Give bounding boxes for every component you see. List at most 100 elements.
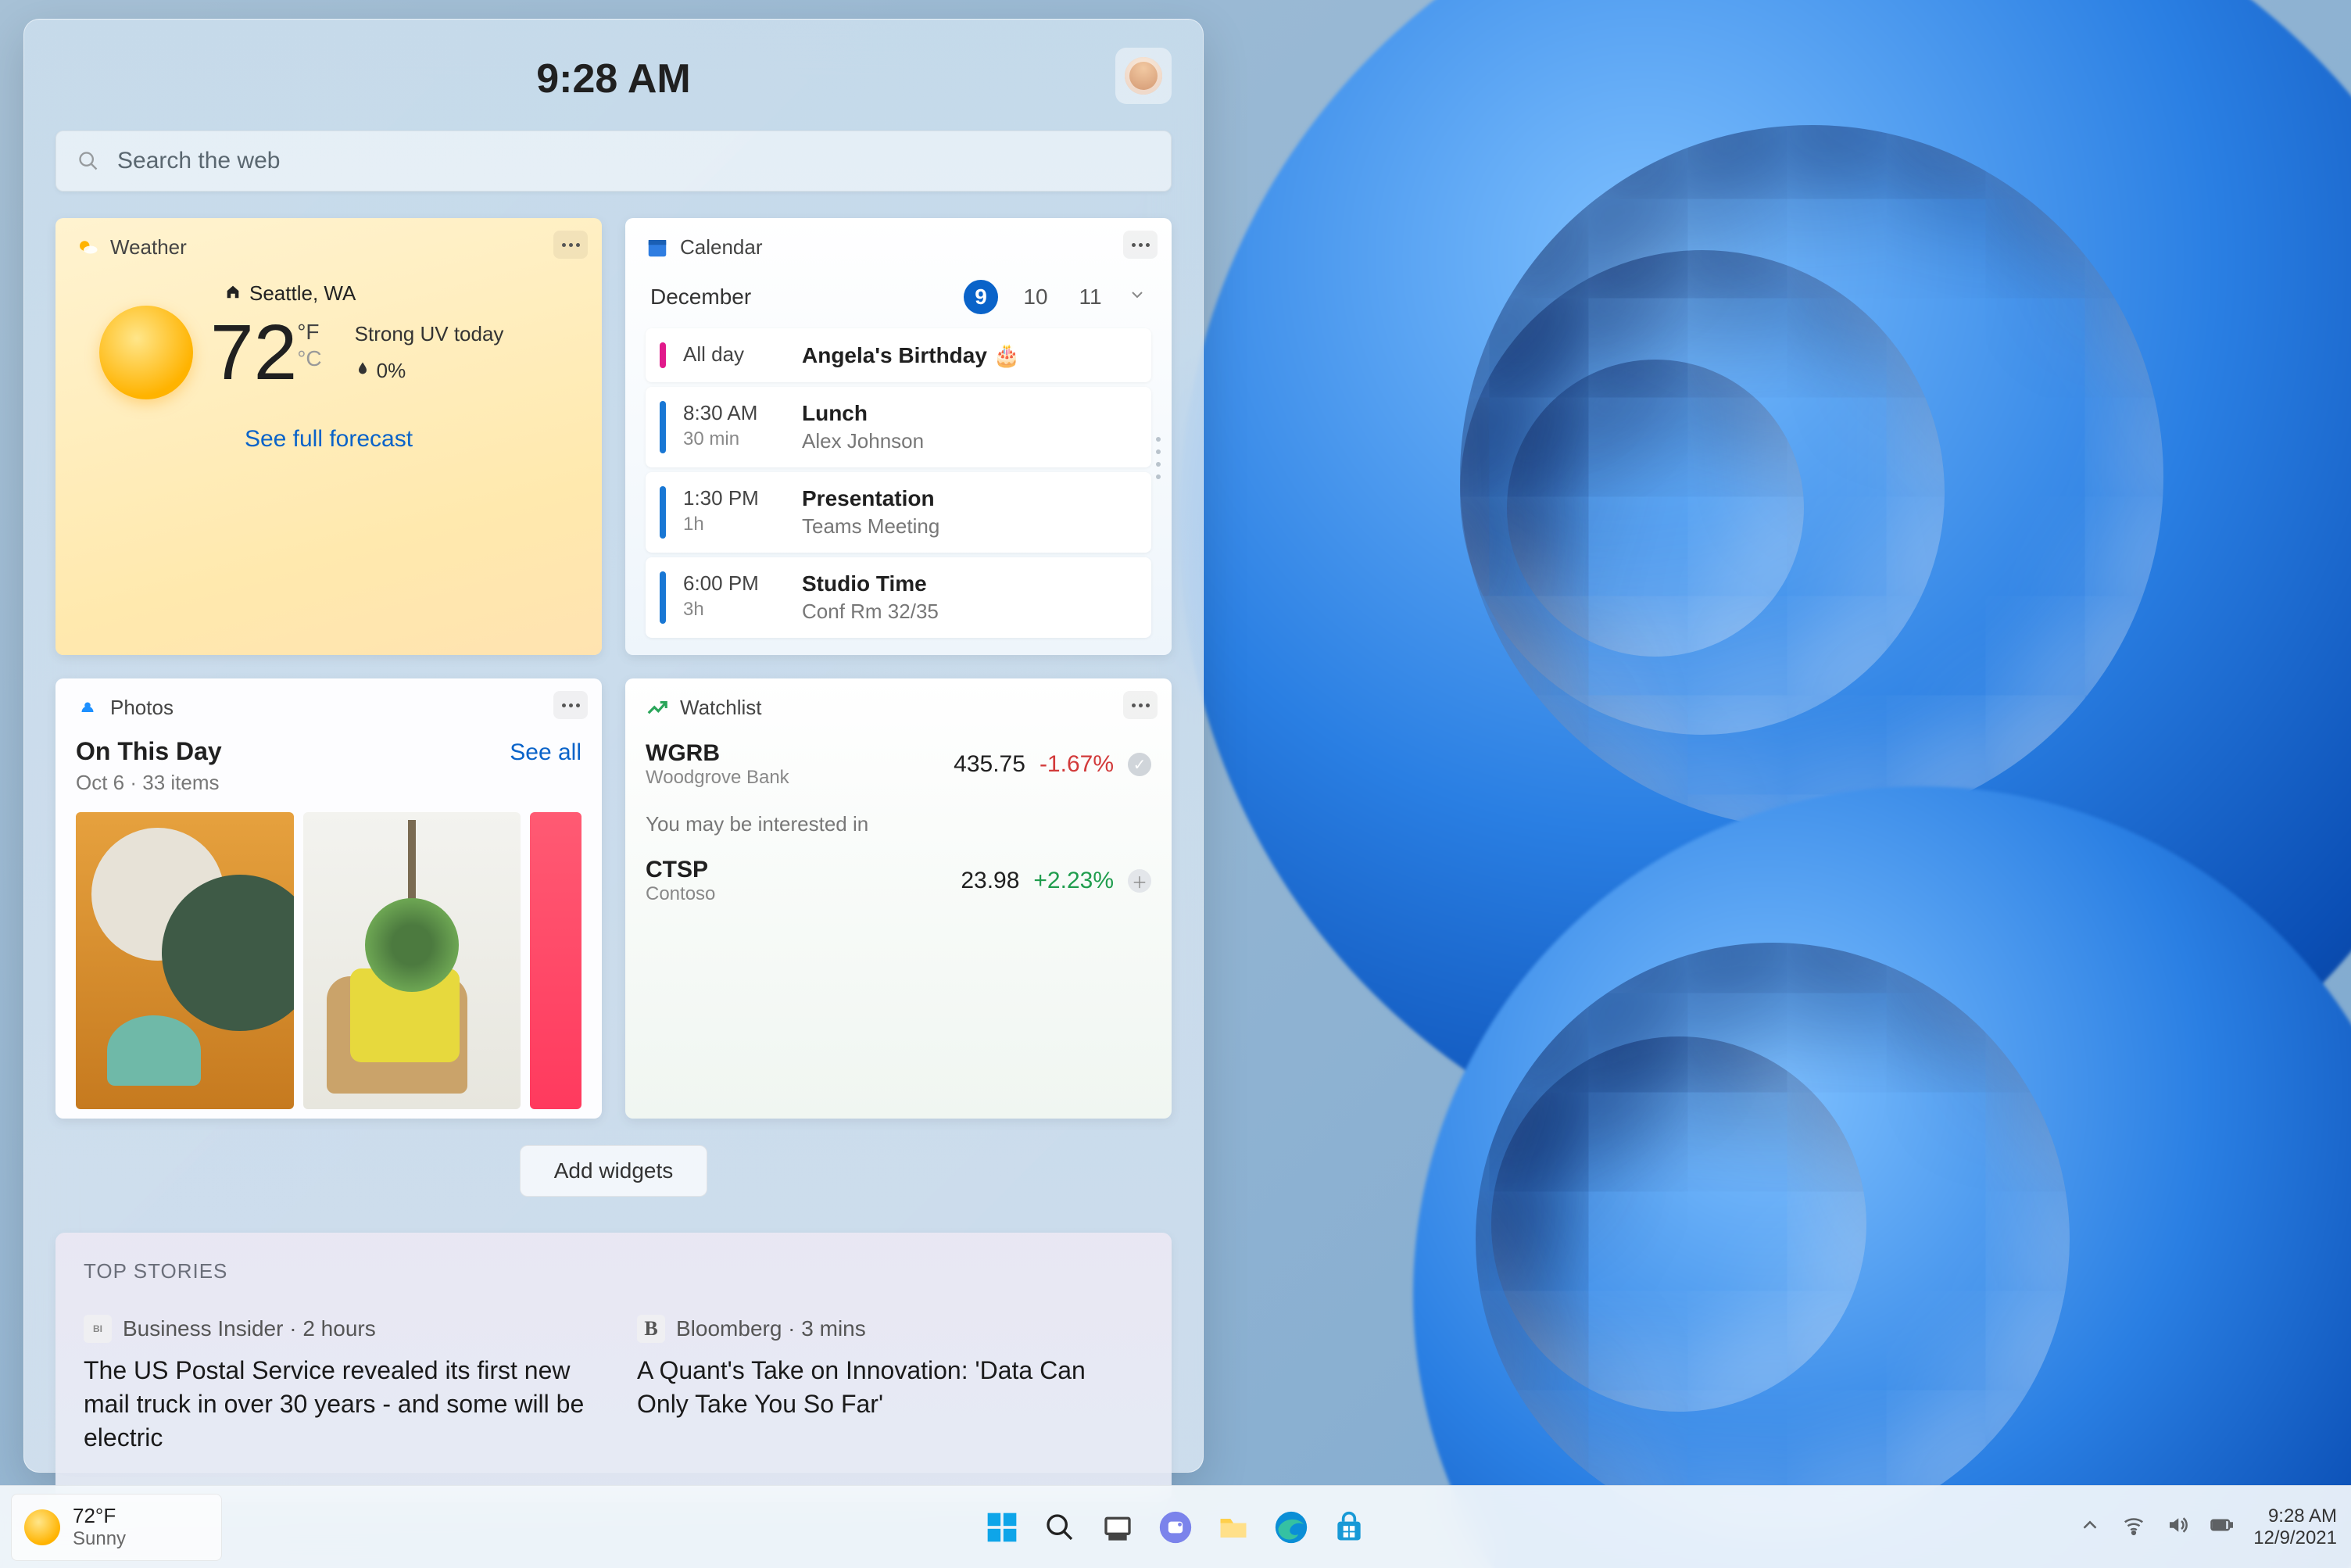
taskbar-clock[interactable]: 9:28 AM 12/9/2021: [2253, 1505, 2337, 1548]
tray-date: 12/9/2021: [2253, 1527, 2337, 1549]
chevron-down-icon[interactable]: [1128, 285, 1147, 310]
weather-location: Seattle, WA: [249, 281, 356, 306]
wifi-icon[interactable]: [2122, 1513, 2145, 1541]
store-button[interactable]: [1327, 1505, 1371, 1549]
source-icon: B: [637, 1315, 665, 1343]
check-icon[interactable]: ✓: [1128, 753, 1151, 776]
forecast-link[interactable]: See full forecast: [76, 426, 581, 453]
tray-time: 9:28 AM: [2253, 1505, 2337, 1527]
stock-name: Woodgrove Bank: [646, 767, 789, 789]
event-color-bar: [660, 342, 666, 368]
edge-button[interactable]: [1269, 1505, 1313, 1549]
taskbar-weather-cond: Sunny: [73, 1528, 126, 1550]
news-story[interactable]: BI Business Insider · 2 hours The US Pos…: [84, 1315, 590, 1455]
event-color-bar: [660, 486, 666, 539]
event-color-bar: [660, 401, 666, 453]
calendar-widget[interactable]: Calendar December 9 10 11 All day Angela…: [625, 218, 1172, 655]
stock-symbol: CTSP: [646, 857, 715, 883]
watchlist-widget[interactable]: Watchlist WGRB Woodgrove Bank 435.75 -1.…: [625, 678, 1172, 1119]
calendar-more-button[interactable]: [1123, 231, 1158, 259]
weather-temp: 72: [210, 313, 297, 392]
event-time: 1:30 PM: [683, 486, 785, 510]
widget-title: Weather: [110, 235, 187, 260]
search-icon: [77, 149, 100, 173]
calendar-event[interactable]: 8:30 AM 30 min Lunch Alex Johnson: [646, 387, 1151, 467]
volume-icon[interactable]: [2166, 1513, 2189, 1541]
unit-c[interactable]: °C: [297, 346, 321, 371]
photo-thumbnail[interactable]: [530, 812, 581, 1109]
event-time: 8:30 AM: [683, 401, 785, 425]
droplet-icon: [355, 359, 370, 383]
scroll-indicator: [1156, 437, 1161, 479]
stock-name: Contoso: [646, 883, 715, 905]
battery-icon[interactable]: [2210, 1513, 2233, 1541]
unit-f[interactable]: °F: [297, 320, 321, 345]
search-bar[interactable]: [55, 131, 1172, 192]
widget-title: Watchlist: [680, 696, 762, 720]
weather-more-button[interactable]: [553, 231, 588, 259]
top-stories-label: TOP STORIES: [84, 1259, 1143, 1283]
story-source: Bloomberg · 3 mins: [676, 1316, 866, 1341]
event-subtitle: Conf Rm 32/35: [802, 600, 939, 624]
stock-price: 435.75: [954, 751, 1025, 778]
photos-more-button[interactable]: [553, 691, 588, 719]
search-input[interactable]: [116, 147, 1150, 175]
photos-heading: On This Day: [76, 737, 222, 766]
location-icon: [224, 281, 242, 306]
watchlist-suggest: You may be interested in: [646, 812, 1151, 836]
photos-widget[interactable]: Photos On This Day Oct 6 · 33 items See …: [55, 678, 602, 1119]
chevron-up-icon[interactable]: [2078, 1513, 2102, 1541]
news-story[interactable]: B Bloomberg · 3 mins A Quant's Take on I…: [637, 1315, 1143, 1455]
photo-thumbnail[interactable]: [303, 812, 521, 1109]
event-title: Angela's Birthday 🎂: [802, 342, 1021, 368]
sun-icon: [24, 1509, 60, 1545]
event-duration: 3h: [683, 599, 785, 621]
watchlist-more-button[interactable]: [1123, 691, 1158, 719]
chat-button[interactable]: [1154, 1505, 1197, 1549]
start-button[interactable]: [980, 1505, 1024, 1549]
photos-icon: [76, 696, 99, 720]
event-duration: 30 min: [683, 428, 785, 450]
search-button[interactable]: [1038, 1505, 1082, 1549]
calendar-day-selected[interactable]: 9: [964, 280, 998, 314]
stock-row[interactable]: CTSP Contoso 23.98 +2.23% ＋: [646, 857, 1151, 905]
sun-icon: [99, 306, 193, 399]
weather-humidity: 0%: [377, 359, 406, 383]
calendar-day[interactable]: 11: [1073, 280, 1108, 314]
story-title: The US Postal Service revealed its first…: [84, 1354, 590, 1455]
add-widgets-button[interactable]: Add widgets: [520, 1145, 707, 1197]
weather-widget[interactable]: Weather Seattle, WA 72 °F °C: [55, 218, 602, 655]
calendar-month: December: [650, 285, 751, 310]
calendar-event[interactable]: All day Angela's Birthday 🎂: [646, 328, 1151, 382]
see-all-link[interactable]: See all: [510, 739, 581, 766]
widget-title: Photos: [110, 696, 174, 720]
stock-row[interactable]: WGRB Woodgrove Bank 435.75 -1.67% ✓: [646, 740, 1151, 789]
event-duration: 1h: [683, 514, 785, 535]
profile-avatar[interactable]: [1115, 48, 1172, 104]
photo-thumbnail[interactable]: [76, 812, 294, 1109]
stock-change: +2.23%: [1033, 868, 1114, 894]
stock-price: 23.98: [961, 868, 1019, 894]
taskbar-weather-temp: 72°F: [73, 1505, 126, 1528]
file-explorer-button[interactable]: [1211, 1505, 1255, 1549]
widget-title: Calendar: [680, 235, 763, 260]
stock-symbol: WGRB: [646, 740, 789, 767]
event-title: Presentation: [802, 486, 939, 511]
stocks-icon: [646, 696, 669, 720]
event-subtitle: Alex Johnson: [802, 429, 924, 453]
add-icon[interactable]: ＋: [1128, 869, 1151, 893]
calendar-day[interactable]: 10: [1018, 280, 1053, 314]
event-title: Lunch: [802, 401, 924, 426]
stock-change: -1.67%: [1040, 751, 1114, 778]
taskbar-weather[interactable]: 72°F Sunny: [11, 1494, 222, 1561]
calendar-icon: [646, 236, 669, 260]
top-stories: TOP STORIES BI Business Insider · 2 hour…: [55, 1233, 1172, 1502]
widgets-panel: 9:28 AM Weather Seattle, WA: [23, 19, 1204, 1473]
calendar-event[interactable]: 1:30 PM1h PresentationTeams Meeting: [646, 472, 1151, 553]
event-time: All day: [683, 342, 785, 367]
task-view-button[interactable]: [1096, 1505, 1140, 1549]
calendar-event[interactable]: 6:00 PM3h Studio TimeConf Rm 32/35: [646, 557, 1151, 638]
source-icon: BI: [84, 1315, 112, 1343]
weather-headline: Strong UV today: [355, 322, 504, 346]
event-title: Studio Time: [802, 571, 939, 596]
